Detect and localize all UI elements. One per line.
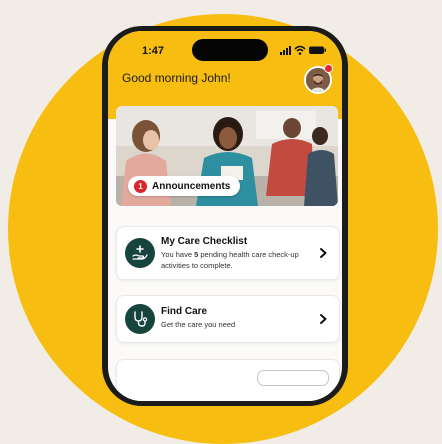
find-care-description: Get the care you need bbox=[161, 320, 236, 329]
battery-icon bbox=[309, 46, 326, 54]
wifi-icon bbox=[294, 45, 306, 55]
chevron-right-icon bbox=[320, 314, 327, 324]
card-action-button[interactable] bbox=[257, 370, 329, 386]
app-screen: 1:47 Good morning John! 1 Announcements … bbox=[108, 31, 342, 401]
status-time: 1:47 bbox=[142, 45, 165, 57]
care-checklist-description: You have 5 pending health care check-up … bbox=[161, 250, 299, 270]
signal-icon bbox=[280, 46, 291, 55]
chevron-right-icon bbox=[320, 248, 327, 258]
next-card[interactable] bbox=[116, 359, 340, 401]
care-checklist-title: My Care Checklist bbox=[161, 236, 248, 247]
notification-dot bbox=[324, 64, 333, 73]
find-care-title: Find Care bbox=[161, 306, 208, 317]
dynamic-island bbox=[192, 39, 268, 61]
checklist-hand-icon bbox=[125, 238, 155, 268]
announcements-count-badge: 1 bbox=[134, 179, 147, 193]
announcements-pill[interactable]: 1 Announcements bbox=[128, 176, 241, 196]
greeting-text: Good morning John! bbox=[122, 71, 231, 85]
announcements-label: Announcements bbox=[152, 180, 231, 192]
care-checklist-card[interactable]: My Care Checklist You have 5 pending hea… bbox=[116, 226, 340, 280]
status-icons bbox=[280, 45, 326, 55]
announcements-banner[interactable]: 1 Announcements bbox=[116, 106, 338, 206]
find-care-card[interactable]: Find Care Get the care you need bbox=[116, 295, 340, 343]
stethoscope-icon bbox=[125, 304, 155, 334]
